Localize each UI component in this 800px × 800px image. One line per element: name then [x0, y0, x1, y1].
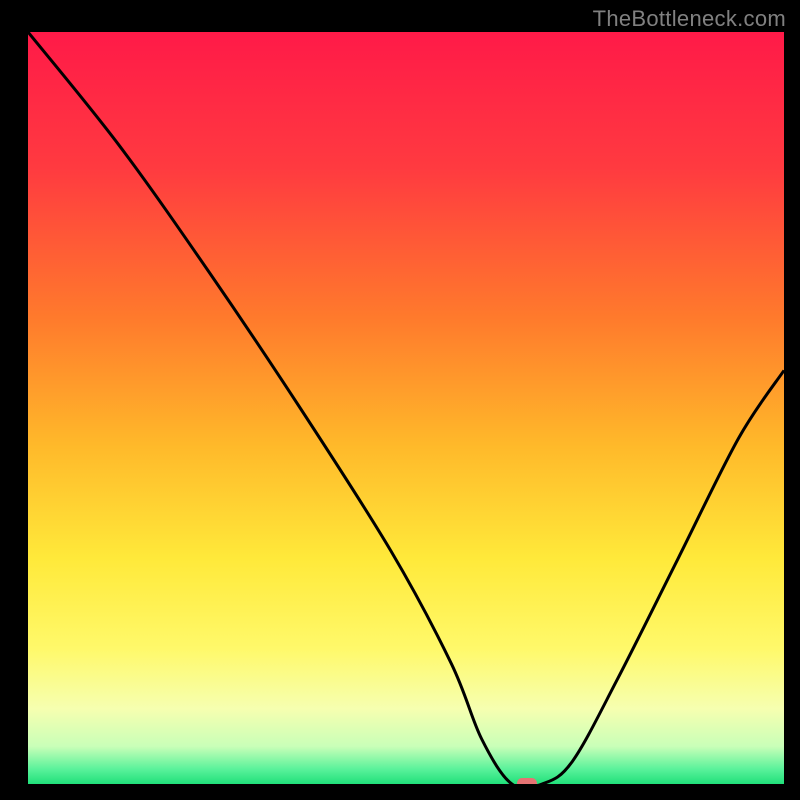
chart-frame: TheBottleneck.com [0, 0, 800, 800]
watermark-text: TheBottleneck.com [593, 6, 786, 32]
bottleneck-plot [28, 32, 784, 784]
plot-background [28, 32, 784, 784]
optimal-marker [517, 778, 537, 784]
